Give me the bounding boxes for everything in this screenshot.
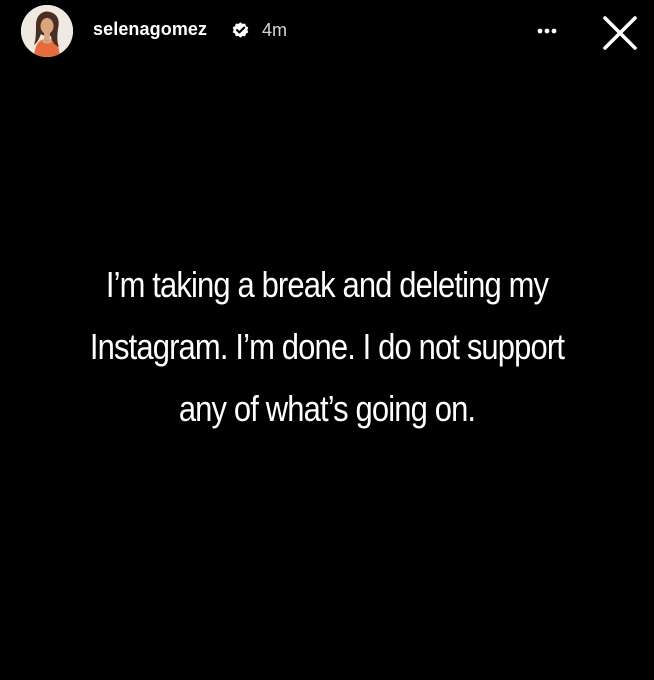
more-options-button[interactable] (530, 18, 564, 44)
story-text: I’m taking a break and deleting my Insta… (72, 254, 583, 440)
profile-photo-icon (21, 5, 73, 57)
username[interactable]: selenagomez (93, 19, 207, 40)
story-text-line-2: Instagram. I’m done. I do not support (89, 326, 565, 367)
story-header: selenagomez 4m (0, 0, 654, 64)
more-options-icon (537, 28, 557, 34)
avatar[interactable] (21, 5, 73, 57)
close-icon (603, 16, 637, 50)
close-button[interactable] (598, 11, 642, 55)
story-timestamp: 4m (262, 20, 288, 40)
verified-badge-icon (231, 21, 250, 40)
story-text-line-3: any of what’s going on. (178, 388, 476, 429)
story-viewer: selenagomez 4m I’m taking a break and de… (0, 0, 654, 680)
story-text-line-1: I’m taking a break and deleting my (105, 264, 549, 305)
